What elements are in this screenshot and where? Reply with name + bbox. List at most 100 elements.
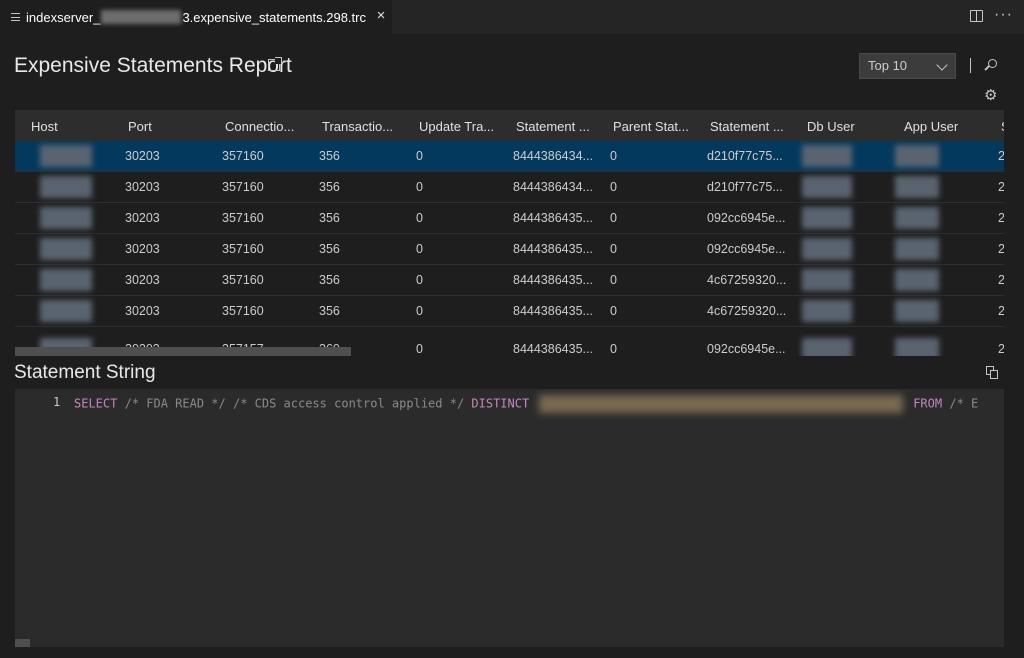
close-icon[interactable]: × <box>374 8 388 23</box>
cell-parent: 0 <box>610 242 617 256</box>
table-row[interactable]: 30203 357160 356 0 8444386435... 0 4c672… <box>15 265 1004 296</box>
cell-parent: 0 <box>610 211 617 225</box>
redacted-db-user <box>802 300 852 322</box>
cell-statement-id: 8444386435... <box>513 342 593 356</box>
cell-connection: 357160 <box>222 180 264 194</box>
comment-truncated: /* E <box>949 396 979 411</box>
editor-horizontal-scrollbar[interactable] <box>15 639 30 647</box>
cell-statement-id: 8444386435... <box>513 211 593 225</box>
redacted-host <box>40 238 92 260</box>
top-n-select[interactable]: Top 10 <box>859 53 956 79</box>
redacted-app-user <box>895 145 939 167</box>
cell-statement-id: 8444386434... <box>513 180 593 194</box>
cell-update: 0 <box>416 342 423 356</box>
comment-cds-access: /* CDS access control applied */ <box>232 396 465 411</box>
table-row[interactable]: 30203 357160 356 0 8444386435... 0 092cc… <box>15 203 1004 234</box>
table-header: Host Port Connectio... Transactio... Upd… <box>15 110 1004 141</box>
column-header-port[interactable]: Port <box>128 110 152 141</box>
cell-hash: 092cc6945e... <box>707 342 786 356</box>
cell-statement-id: 8444386434... <box>513 149 593 163</box>
redacted-app-user <box>895 269 939 291</box>
chevron-down-icon <box>936 59 948 71</box>
cell-hash: 4c67259320... <box>707 304 787 318</box>
column-header-parent-statement[interactable]: Parent Stat... <box>613 110 689 141</box>
keyword-select: SELECT <box>74 396 118 411</box>
redacted-host <box>40 269 92 291</box>
cell-statement-id: 8444386435... <box>513 304 593 318</box>
statements-table: Host Port Connectio... Transactio... Upd… <box>15 110 1004 356</box>
copy-icon[interactable] <box>986 366 998 379</box>
redacted-host <box>40 300 92 322</box>
column-header-app-user[interactable]: App User <box>904 110 958 141</box>
cell-parent: 0 <box>610 180 617 194</box>
cell-transaction: 356 <box>319 180 340 194</box>
cell-parent: 0 <box>610 304 617 318</box>
table-horizontal-scrollbar[interactable] <box>15 347 351 356</box>
table-row[interactable]: 30203 357160 356 0 8444386435... 0 092cc… <box>15 234 1004 265</box>
cell-update: 0 <box>416 242 423 256</box>
cell-transaction: 356 <box>319 273 340 287</box>
redacted-app-user <box>895 238 939 260</box>
table-row[interactable]: 30203 357160 356 0 8444386435... 0 4c672… <box>15 296 1004 327</box>
line-number: 1 <box>53 395 61 409</box>
cell-statement-id: 8444386435... <box>513 242 593 256</box>
cell-s: 2 <box>998 180 1004 194</box>
section-title-statement-string: Statement String <box>14 362 156 383</box>
cell-port: 30203 <box>125 211 160 225</box>
cell-connection: 357160 <box>222 211 264 225</box>
column-header-statement-hash[interactable]: Statement ... <box>710 110 784 141</box>
redacted-app-user <box>895 338 939 356</box>
column-header-transaction[interactable]: Transactio... <box>322 110 393 141</box>
tab-bar: indexserver_ 3.expensive_statements.298.… <box>0 0 1024 34</box>
cell-transaction: 356 <box>319 211 340 225</box>
statement-editor[interactable]: 1 SELECT /* FDA READ */ /* CDS access co… <box>15 389 1004 647</box>
cell-port: 30203 <box>125 273 160 287</box>
redacted-app-user <box>895 207 939 229</box>
top-n-select-value: Top 10 <box>868 58 908 73</box>
open-external-icon[interactable] <box>268 57 282 71</box>
redacted-column-list <box>539 395 904 413</box>
redacted-host <box>40 176 92 198</box>
editor-tab[interactable]: indexserver_ 3.expensive_statements.298.… <box>0 0 392 34</box>
more-actions-icon[interactable]: ··· <box>994 6 1013 24</box>
tab-title: indexserver_ 3.expensive_statements.298.… <box>26 10 366 25</box>
cell-s: 2 <box>998 149 1004 163</box>
column-header-statement-id[interactable]: Statement ... <box>516 110 590 141</box>
column-header-s[interactable]: S <box>1001 110 1004 141</box>
table-row[interactable]: 30203 357160 356 0 8444386434... 0 d210f… <box>15 172 1004 203</box>
cell-hash: 4c67259320... <box>707 273 787 287</box>
redacted-text <box>101 10 182 24</box>
keyword-distinct: DISTINCT <box>471 396 530 411</box>
cell-update: 0 <box>416 211 423 225</box>
redacted-host <box>40 145 92 167</box>
cell-s: 2 <box>998 211 1004 225</box>
redacted-app-user <box>895 176 939 198</box>
cell-port: 30203 <box>125 180 160 194</box>
column-header-db-user[interactable]: Db User <box>807 110 855 141</box>
tab-title-suffix: 3.expensive_statements.298.trc <box>182 9 366 25</box>
table-row[interactable]: 30203 357160 356 0 8444386434... 0 d210f… <box>15 141 1004 172</box>
cell-connection: 357160 <box>222 304 264 318</box>
cell-transaction: 356 <box>319 149 340 163</box>
redacted-db-user <box>802 269 852 291</box>
redacted-db-user <box>802 238 852 260</box>
gear-icon[interactable]: ⚙ <box>984 88 999 103</box>
cell-hash: d210f77c75... <box>707 149 783 163</box>
cell-connection: 357160 <box>222 242 264 256</box>
split-editor-icon[interactable] <box>970 10 983 22</box>
cell-hash: 092cc6945e... <box>707 242 786 256</box>
tab-title-prefix: indexserver_ <box>26 9 101 25</box>
cell-parent: 0 <box>610 273 617 287</box>
file-lines-icon <box>11 13 20 21</box>
column-header-connection[interactable]: Connectio... <box>225 110 294 141</box>
keyword-from: FROM <box>913 396 943 411</box>
column-header-host[interactable]: Host <box>31 110 58 141</box>
column-header-update-transaction[interactable]: Update Tra... <box>419 110 494 141</box>
cell-connection: 357160 <box>222 273 264 287</box>
redacted-db-user <box>802 207 852 229</box>
redacted-host <box>40 207 92 229</box>
comment-fda-read: /* FDA READ */ <box>124 396 226 411</box>
search-icon[interactable] <box>988 59 997 68</box>
cell-transaction: 356 <box>319 242 340 256</box>
cell-hash: d210f77c75... <box>707 180 783 194</box>
